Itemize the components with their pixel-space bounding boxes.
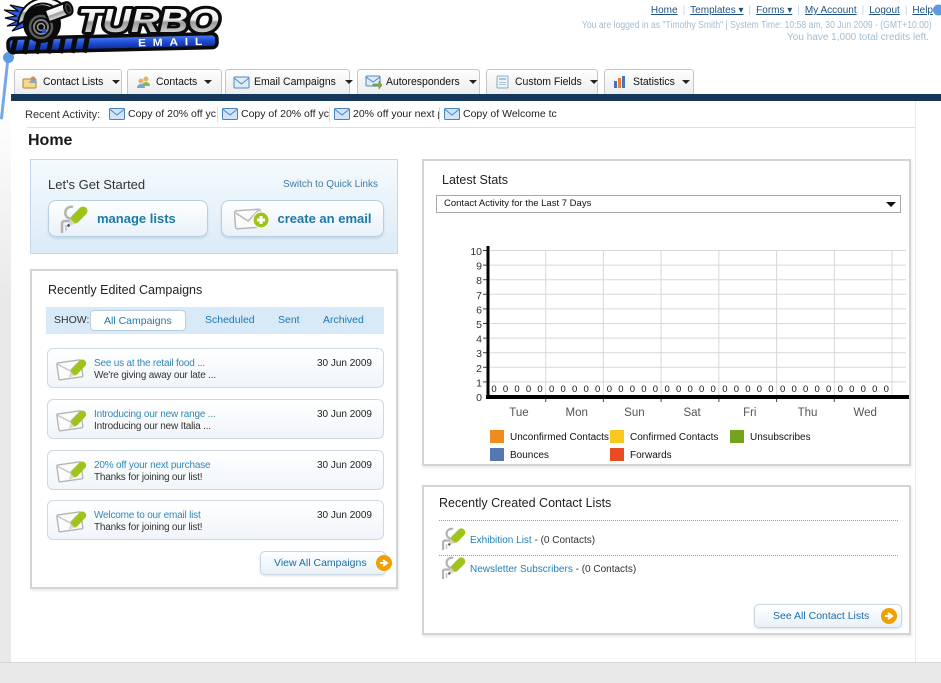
svg-text:Mon: Mon: [566, 407, 588, 419]
svg-text:0: 0: [526, 384, 531, 395]
svg-text:0: 0: [503, 384, 508, 395]
svg-text:Sun: Sun: [624, 407, 644, 419]
svg-text:0: 0: [537, 384, 542, 395]
svg-text:4: 4: [476, 334, 482, 346]
svg-text:Wed: Wed: [853, 407, 876, 419]
svg-text:5: 5: [476, 319, 482, 331]
svg-text:Thu: Thu: [798, 407, 818, 419]
svg-text:0: 0: [476, 392, 482, 404]
svg-text:2: 2: [476, 363, 482, 375]
svg-text:8: 8: [476, 275, 482, 287]
svg-text:TURBO: TURBO: [78, 2, 219, 39]
svg-text:3: 3: [476, 348, 482, 360]
svg-text:0: 0: [491, 384, 496, 395]
svg-text:Tue: Tue: [509, 407, 528, 419]
svg-text:Fri: Fri: [743, 407, 756, 419]
svg-text:1: 1: [476, 377, 482, 389]
svg-text:0: 0: [514, 384, 519, 395]
svg-text:7: 7: [476, 290, 482, 302]
svg-text:Sat: Sat: [683, 407, 701, 419]
svg-text:9: 9: [476, 261, 482, 273]
svg-text:10: 10: [470, 246, 482, 258]
svg-text:6: 6: [476, 304, 482, 316]
